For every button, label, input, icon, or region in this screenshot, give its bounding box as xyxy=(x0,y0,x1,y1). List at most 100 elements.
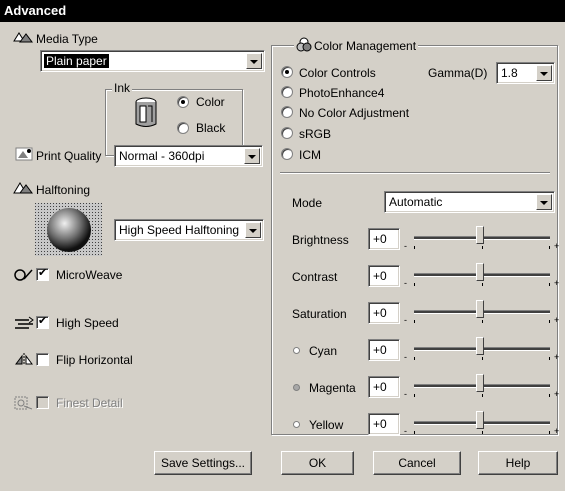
finest-detail-icon xyxy=(14,396,33,410)
saturation-slider-tick xyxy=(414,320,415,323)
color-management-icon xyxy=(296,37,312,52)
print-quality-value: Normal - 360dpi xyxy=(119,149,205,163)
cancel-button[interactable]: Cancel xyxy=(373,451,461,475)
brightness-slider-thumb[interactable] xyxy=(476,226,484,244)
microweave-label: MicroWeave xyxy=(56,268,123,282)
gamma-label: Gamma(D) xyxy=(428,66,488,80)
ink-black-radio[interactable] xyxy=(177,122,189,134)
color-management-title: Color Management xyxy=(294,37,419,53)
contrast-value-field[interactable]: +0 xyxy=(368,265,400,287)
yellow-label: Yellow xyxy=(309,418,344,432)
finest-detail-checkbox[interactable] xyxy=(36,396,49,409)
halftoning-value: High Speed Halftoning xyxy=(119,223,240,237)
ink-group-label: Ink xyxy=(112,81,133,95)
chevron-down-icon[interactable] xyxy=(536,65,552,81)
brightness-value-field[interactable]: +0 xyxy=(368,228,400,250)
saturation-max-mark: + xyxy=(554,315,560,325)
yellow-slider[interactable] xyxy=(410,411,554,435)
brightness-slider-tick xyxy=(414,246,415,249)
contrast-slider-thumb[interactable] xyxy=(476,263,484,281)
magenta-slider[interactable] xyxy=(410,374,554,398)
brightness-slider[interactable] xyxy=(410,226,554,250)
ink-cartridge-icon xyxy=(135,97,157,127)
halftoning-icon xyxy=(13,182,33,194)
window-title: Advanced xyxy=(0,0,565,22)
cyan-max-mark: + xyxy=(554,352,560,362)
ink-color-radio[interactable] xyxy=(177,96,189,108)
yellow-max-mark: + xyxy=(554,426,560,436)
contrast-slider-tick xyxy=(414,283,415,286)
yellow-slider-tick xyxy=(549,431,550,434)
microweave-checkbox[interactable] xyxy=(36,267,49,281)
magenta-slider-thumb[interactable] xyxy=(476,374,484,392)
mode-label: Mode xyxy=(292,196,323,210)
yellow-slider-tick xyxy=(482,431,483,434)
high-speed-icon xyxy=(15,316,34,329)
brightness-value: +0 xyxy=(373,232,387,246)
flip-horizontal-label: Flip Horizontal xyxy=(56,353,133,367)
contrast-max-mark: + xyxy=(554,278,560,288)
yellow-value-field[interactable]: +0 xyxy=(368,413,400,435)
save-settings-button[interactable]: Save Settings... xyxy=(154,451,252,475)
magenta-slider-tick xyxy=(482,394,483,397)
mode-dropdown[interactable]: Automatic xyxy=(384,191,555,213)
separator xyxy=(280,172,550,174)
saturation-label: Saturation xyxy=(292,307,347,321)
yellow-slider-tick xyxy=(414,431,415,434)
high-speed-checkbox[interactable] xyxy=(36,315,49,329)
magenta-value: +0 xyxy=(373,380,387,394)
halftone-preview-image xyxy=(35,203,102,256)
media-type-icon xyxy=(13,32,33,43)
chevron-down-icon[interactable] xyxy=(246,53,262,69)
gamma-dropdown[interactable]: 1.8 xyxy=(496,62,555,84)
contrast-min-mark: - xyxy=(404,278,407,288)
ink-color-label: Color xyxy=(196,95,225,109)
halftoning-dropdown[interactable]: High Speed Halftoning xyxy=(114,219,264,241)
saturation-slider-thumb[interactable] xyxy=(476,300,484,318)
no-color-adjustment-radio[interactable] xyxy=(281,106,293,118)
color-controls-label: Color Controls xyxy=(299,66,376,80)
magenta-slider-tick xyxy=(414,394,415,397)
media-type-dropdown[interactable]: Plain paper xyxy=(40,50,265,72)
cyan-value-field[interactable]: +0 xyxy=(368,339,400,361)
flip-horizontal-checkbox[interactable] xyxy=(36,353,49,366)
chevron-down-icon[interactable] xyxy=(245,222,261,238)
contrast-value: +0 xyxy=(373,269,387,283)
photoenhance-radio[interactable] xyxy=(281,86,293,98)
advanced-dialog: Advanced Media Type Plain paper Ink Colo… xyxy=(0,0,565,491)
srgb-radio[interactable] xyxy=(281,127,293,139)
brightness-max-mark: + xyxy=(554,241,560,251)
magenta-value-field[interactable]: +0 xyxy=(368,376,400,398)
print-quality-label: Print Quality xyxy=(36,149,102,163)
yellow-value: +0 xyxy=(373,417,387,431)
contrast-slider-tick xyxy=(482,283,483,286)
high-speed-label: High Speed xyxy=(56,316,119,330)
cyan-slider-thumb[interactable] xyxy=(476,337,484,355)
cyan-slider-tick xyxy=(482,357,483,360)
cyan-min-mark: - xyxy=(404,352,407,362)
saturation-value-field[interactable]: +0 xyxy=(368,302,400,324)
color-management-label: Color Management xyxy=(314,39,417,53)
yellow-slider-thumb[interactable] xyxy=(476,411,484,429)
cyan-slider[interactable] xyxy=(410,337,554,361)
chevron-down-icon[interactable] xyxy=(244,148,260,164)
yellow-min-mark: - xyxy=(404,426,407,436)
halftoning-label: Halftoning xyxy=(36,183,91,197)
magenta-label: Magenta xyxy=(309,381,356,395)
ok-button[interactable]: OK xyxy=(281,451,354,475)
flip-horizontal-icon xyxy=(15,353,33,365)
help-button[interactable]: Help xyxy=(478,451,558,475)
print-quality-dropdown[interactable]: Normal - 360dpi xyxy=(114,145,263,167)
yellow-color-dot xyxy=(293,421,300,428)
contrast-slider-tick xyxy=(549,283,550,286)
saturation-slider[interactable] xyxy=(410,300,554,324)
color-controls-radio[interactable] xyxy=(281,66,293,78)
saturation-value: +0 xyxy=(373,306,387,320)
contrast-slider[interactable] xyxy=(410,263,554,287)
icm-label: ICM xyxy=(299,148,321,162)
saturation-slider-tick xyxy=(549,320,550,323)
brightness-min-mark: - xyxy=(404,241,407,251)
magenta-min-mark: - xyxy=(404,389,407,399)
chevron-down-icon[interactable] xyxy=(536,194,552,210)
icm-radio[interactable] xyxy=(281,148,293,160)
